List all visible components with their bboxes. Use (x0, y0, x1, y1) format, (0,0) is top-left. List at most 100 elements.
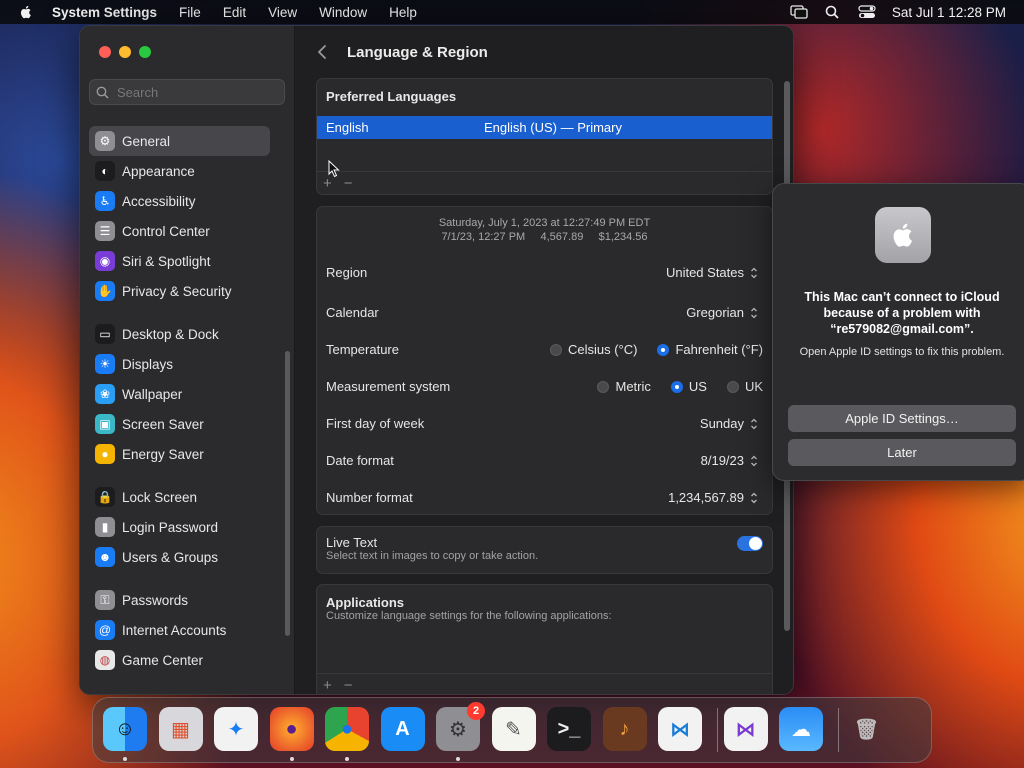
remove-application-button[interactable]: − (344, 677, 353, 694)
sidebar-scrollbar[interactable] (285, 351, 290, 636)
menu-window[interactable]: Window (319, 5, 367, 20)
formats-panel: Saturday, July 1, 2023 at 12:27:49 PM ED… (316, 206, 773, 515)
radio-celsius[interactable]: Celsius (°C) (549, 342, 637, 357)
sidebar-item-game-center[interactable]: ◍ Game Center (89, 645, 270, 675)
dock-vscode-icon[interactable]: ⋈ (658, 707, 702, 751)
apple-menu-icon[interactable] (18, 4, 34, 20)
sidebar-item-label: Energy Saver (122, 446, 204, 462)
sidebar-item-label: Users & Groups (122, 549, 219, 565)
spotlight-search-icon[interactable] (824, 5, 842, 19)
title-bar: Language & Region (295, 26, 793, 78)
format-preview-line1: Saturday, July 1, 2023 at 12:27:49 PM ED… (438, 217, 651, 229)
calendar-row: Calendar Gregorian (317, 294, 772, 331)
dock-visual-studio-icon[interactable]: ⋈ (723, 707, 768, 751)
sidebar-item-screen-saver[interactable]: ▣ Screen Saver (89, 409, 270, 439)
sidebar-item-desktop-dock[interactable]: ▭ Desktop & Dock (89, 319, 270, 349)
control-center-icon[interactable] (858, 5, 876, 19)
radio-fahrenheit-dot (657, 343, 670, 356)
back-chevron-icon[interactable] (317, 44, 327, 60)
users-icon: ☻ (95, 547, 115, 567)
radio-metric-label: Metric (615, 379, 651, 394)
dock-safari-icon[interactable]: ✦ (214, 707, 258, 751)
dock-finder-icon[interactable]: ☺ (103, 707, 147, 751)
sidebar-item-lock-screen[interactable]: 🔒 Lock Screen (89, 482, 270, 512)
sidebar-item-appearance[interactable]: ◐ Appearance (89, 156, 270, 186)
first-day-popup[interactable]: Sunday (700, 416, 758, 431)
format-preview: Saturday, July 1, 2023 at 12:27:49 PM ED… (317, 216, 772, 244)
radio-us[interactable]: US (670, 379, 707, 394)
menu-file[interactable]: File (179, 5, 201, 20)
remove-language-button[interactable]: − (344, 175, 353, 192)
dock-app-store-icon[interactable]: A (380, 707, 425, 751)
notification-badge: 2 (467, 702, 485, 720)
sidebar-item-privacy-security[interactable]: ✋ Privacy & Security (89, 276, 270, 306)
zoom-button[interactable] (139, 46, 151, 58)
dock-textedit-icon[interactable]: ✎ (491, 707, 536, 751)
temperature-label: Temperature (326, 342, 399, 357)
running-indicator (456, 757, 460, 761)
sidebar-item-login-password[interactable]: ▮ Login Password (89, 512, 270, 542)
live-text-toggle[interactable] (737, 536, 763, 551)
apple-logo-icon (875, 207, 931, 263)
menu-view[interactable]: View (268, 5, 297, 20)
dock-system-settings-icon[interactable]: ⚙ 2 (436, 702, 485, 751)
radio-fahrenheit[interactable]: Fahrenheit (°F) (657, 342, 763, 357)
menu-help[interactable]: Help (389, 5, 417, 20)
radio-celsius-dot (549, 343, 562, 356)
sidebar-item-internet-accounts[interactable]: @ Internet Accounts (89, 615, 270, 645)
dock-launchpad-icon[interactable]: ▦ (158, 707, 203, 751)
sidebar-item-displays[interactable]: ☀ Displays (89, 349, 270, 379)
dock-trash-icon[interactable]: 🗑 (845, 707, 889, 751)
number-format-label: Number format (326, 490, 413, 505)
dock-chrome-icon[interactable]: ● (325, 707, 369, 751)
calendar-popup[interactable]: Gregorian (686, 305, 758, 320)
sidebar-item-control-center[interactable]: ☰ Control Center (89, 216, 270, 246)
sidebar-item-accessibility[interactable]: ♿ Accessibility (89, 186, 270, 216)
temperature-row: Temperature Celsius (°C) Fahrenheit (°F) (317, 331, 772, 368)
menu-edit[interactable]: Edit (223, 5, 246, 20)
later-button[interactable]: Later (788, 439, 1016, 466)
window-controls (99, 46, 151, 58)
add-application-button[interactable]: + (323, 677, 332, 694)
dock-firefox-icon[interactable]: ● (269, 707, 314, 751)
alert-title: This Mac can’t connect to iCloud because… (804, 290, 1000, 336)
language-detail: English (US) — Primary (484, 120, 622, 135)
dock-terminal-icon[interactable]: >_ (547, 707, 591, 751)
sidebar-item-wallpaper[interactable]: ❀ Wallpaper (89, 379, 270, 409)
lock-icon: 🔒 (95, 487, 115, 507)
date-format-popup[interactable]: 8/19/23 (701, 453, 758, 468)
sidebar-item-label: Wallpaper (122, 386, 183, 402)
siri-icon: ◉ (95, 251, 115, 271)
language-name: English (326, 120, 369, 135)
sidebar-item-general[interactable]: ⚙ General (89, 126, 270, 156)
dock-weather-icon[interactable]: ☁ (779, 707, 823, 751)
apple-id-settings-button[interactable]: Apple ID Settings… (788, 405, 1016, 432)
menu-app-name[interactable]: System Settings (52, 5, 157, 20)
radio-metric[interactable]: Metric (597, 379, 651, 394)
sidebar-item-label: Game Center (122, 652, 204, 668)
dock: ☺ ▦ ✦ ● ● A ⚙ 2 ✎ >_ ♪ ⋈ ⋈ ☁ 🗑 (92, 697, 932, 763)
sidebar-item-energy-saver[interactable]: ● Energy Saver (89, 439, 270, 469)
close-button[interactable] (99, 46, 111, 58)
number-format-popup[interactable]: 1,234,567.89 (668, 490, 758, 505)
sidebar-item-passwords[interactable]: ⚿ Passwords (89, 585, 270, 615)
at-icon: @ (95, 620, 115, 640)
sidebar-item-siri-spotlight[interactable]: ◉ Siri & Spotlight (89, 246, 270, 276)
dock-garageband-icon[interactable]: ♪ (602, 707, 647, 751)
language-row-english[interactable]: English English (US) — Primary (317, 116, 772, 139)
menubar-clock[interactable]: Sat Jul 1 12:28 PM (892, 5, 1006, 20)
radio-uk[interactable]: UK (726, 379, 763, 394)
region-popup[interactable]: United States (666, 265, 758, 280)
sidebar: ⚙ General ◐ Appearance ♿ Accessibility ☰ Contro… (80, 26, 295, 694)
region-row: Region United States (317, 254, 772, 291)
sidebar-item-users-groups[interactable]: ☻ Users & Groups (89, 542, 270, 572)
search-input[interactable] (115, 83, 279, 101)
date-format-row: Date format 8/19/23 (317, 442, 772, 479)
first-day-row: First day of week Sunday (317, 405, 772, 442)
sidebar-search[interactable] (89, 79, 285, 105)
first-day-label: First day of week (326, 416, 425, 431)
language-add-remove: + − (317, 171, 772, 194)
screen-mirroring-icon[interactable] (790, 5, 808, 19)
mouse-cursor-icon (328, 160, 340, 178)
minimize-button[interactable] (119, 46, 131, 58)
